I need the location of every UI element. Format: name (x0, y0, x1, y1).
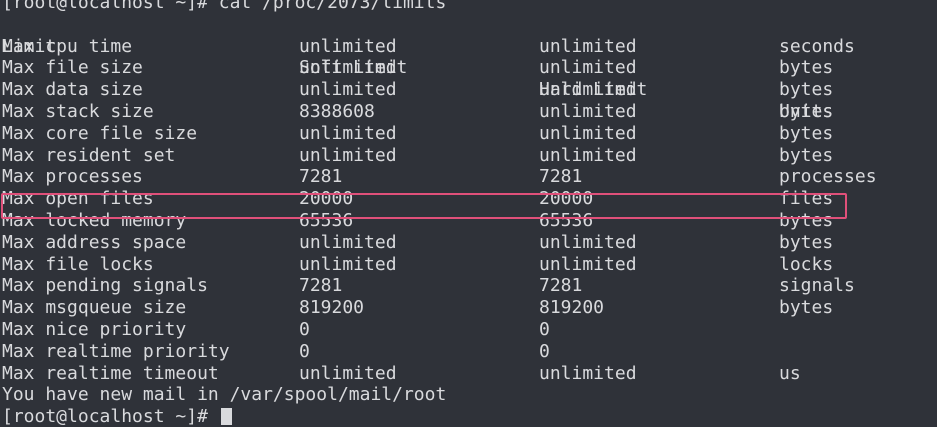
cell-soft-limit: 819200 (299, 297, 365, 319)
table-row: Max resident set unlimited unlimited bytes (2, 145, 937, 167)
cell-units: locks (779, 253, 834, 275)
cell-hard-limit: unlimited (539, 362, 637, 384)
cell-units: bytes (779, 144, 834, 166)
cell-hard-limit: unlimited (539, 253, 637, 275)
cell-units: bytes (779, 79, 834, 101)
table-row: Max file locks unlimited unlimited locks (2, 254, 937, 276)
cell-hard-limit: unlimited (539, 57, 637, 79)
cell-soft-limit: unlimited (299, 362, 397, 384)
table-row: Max realtime timeout unlimited unlimited us (2, 363, 937, 385)
cell-soft-limit: 7281 (299, 275, 343, 297)
cell-limit: Max address space (2, 231, 187, 253)
table-row: Max processes 7281 7281 processes (2, 166, 937, 188)
mail-notice: You have new mail in /var/spool/mail/roo… (2, 384, 447, 406)
cell-limit: Max file locks (2, 253, 154, 275)
table-row: Max stack size 8388608 unlimited bytes (2, 101, 937, 123)
cell-limit: Max msgqueue size (2, 297, 187, 319)
cell-limit: Max stack size (2, 100, 154, 122)
text-cursor (220, 408, 232, 426)
table-row: Max locked memory 65536 65536 bytes (2, 210, 937, 232)
cell-hard-limit: unlimited (539, 144, 637, 166)
table-row: Max address space unlimited unlimited bytes (2, 232, 937, 254)
cell-limit: Max locked memory (2, 209, 187, 231)
cell-soft-limit: unlimited (299, 253, 397, 275)
cell-soft-limit: unlimited (299, 57, 397, 79)
cell-soft-limit: 0 (299, 340, 310, 362)
table-row: Max file size unlimited unlimited bytes (2, 57, 937, 79)
cell-soft-limit: unlimited (299, 122, 397, 144)
terminal-window[interactable]: [root@localhost ~]# cat /proc/2073/limit… (0, 0, 937, 427)
cell-hard-limit: 819200 (539, 297, 605, 319)
cell-hard-limit: unlimited (539, 79, 637, 101)
cell-limit: Max resident set (2, 144, 176, 166)
cell-limit: Max pending signals (2, 275, 208, 297)
cell-limit: Max core file size (2, 122, 198, 144)
cell-hard-limit: 0 (539, 318, 550, 340)
cell-limit: Max nice priority (2, 318, 187, 340)
cell-soft-limit: 8388608 (299, 100, 375, 122)
cell-hard-limit: unlimited (539, 122, 637, 144)
cell-units: files (779, 188, 834, 210)
cell-units: bytes (779, 100, 834, 122)
table-row: Max cpu time unlimited unlimited seconds (2, 36, 937, 58)
cell-units: bytes (779, 231, 834, 253)
cell-limit: Max open files (2, 188, 154, 210)
prompt: [root@localhost ~]# (2, 406, 219, 427)
cell-soft-limit: unlimited (299, 35, 397, 57)
cell-soft-limit: unlimited (299, 79, 397, 101)
cell-units: bytes (779, 297, 834, 319)
table-row: Max pending signals 7281 7281 signals (2, 275, 937, 297)
cell-units: bytes (779, 122, 834, 144)
table-row: Max core file size unlimited unlimited byte… (2, 123, 937, 145)
cell-limit: Max cpu time (2, 35, 133, 57)
cell-hard-limit: 0 (539, 340, 550, 362)
cell-limit: Max processes (2, 166, 143, 188)
cell-soft-limit: 7281 (299, 166, 343, 188)
cell-soft-limit: 0 (299, 318, 310, 340)
table-row: Max nice priority 0 0 (2, 319, 937, 341)
cell-soft-limit: unlimited (299, 144, 397, 166)
cell-hard-limit: unlimited (539, 231, 637, 253)
cell-units: seconds (779, 35, 855, 57)
cell-soft-limit: 65536 (299, 209, 354, 231)
table-row: Max open files 20000 20000 files (2, 188, 937, 210)
table-row: Max realtime priority 0 0 (2, 341, 937, 363)
cell-hard-limit: 7281 (539, 166, 583, 188)
cell-limit: Max data size (2, 79, 143, 101)
command-line: [root@localhost ~]# cat /proc/2073/limit… (2, 0, 447, 13)
cell-hard-limit: 7281 (539, 275, 583, 297)
cell-soft-limit: unlimited (299, 231, 397, 253)
table-row: Max data size unlimited unlimited bytes (2, 79, 937, 101)
cell-limit: Max file size (2, 57, 143, 79)
cell-units: us (779, 362, 801, 384)
cell-units: bytes (779, 57, 834, 79)
cell-hard-limit: unlimited (539, 100, 637, 122)
cell-soft-limit: 20000 (299, 188, 354, 210)
cell-hard-limit: unlimited (539, 35, 637, 57)
table-header-row: Limit Soft Limit Hard Limit Units (2, 14, 937, 122)
cell-hard-limit: 65536 (539, 209, 594, 231)
table-row: Max msgqueue size 819200 819200 bytes (2, 297, 937, 319)
prompt-line[interactable]: [root@localhost ~]# (2, 406, 937, 427)
cell-limit: Max realtime timeout (2, 362, 219, 384)
cell-units: processes (779, 166, 877, 188)
terminal-output: [root@localhost ~]# cat /proc/2073/limit… (2, 0, 937, 427)
cell-limit: Max realtime priority (2, 340, 230, 362)
cell-units: bytes (779, 209, 834, 231)
cell-units: signals (779, 275, 855, 297)
cell-hard-limit: 20000 (539, 188, 594, 210)
